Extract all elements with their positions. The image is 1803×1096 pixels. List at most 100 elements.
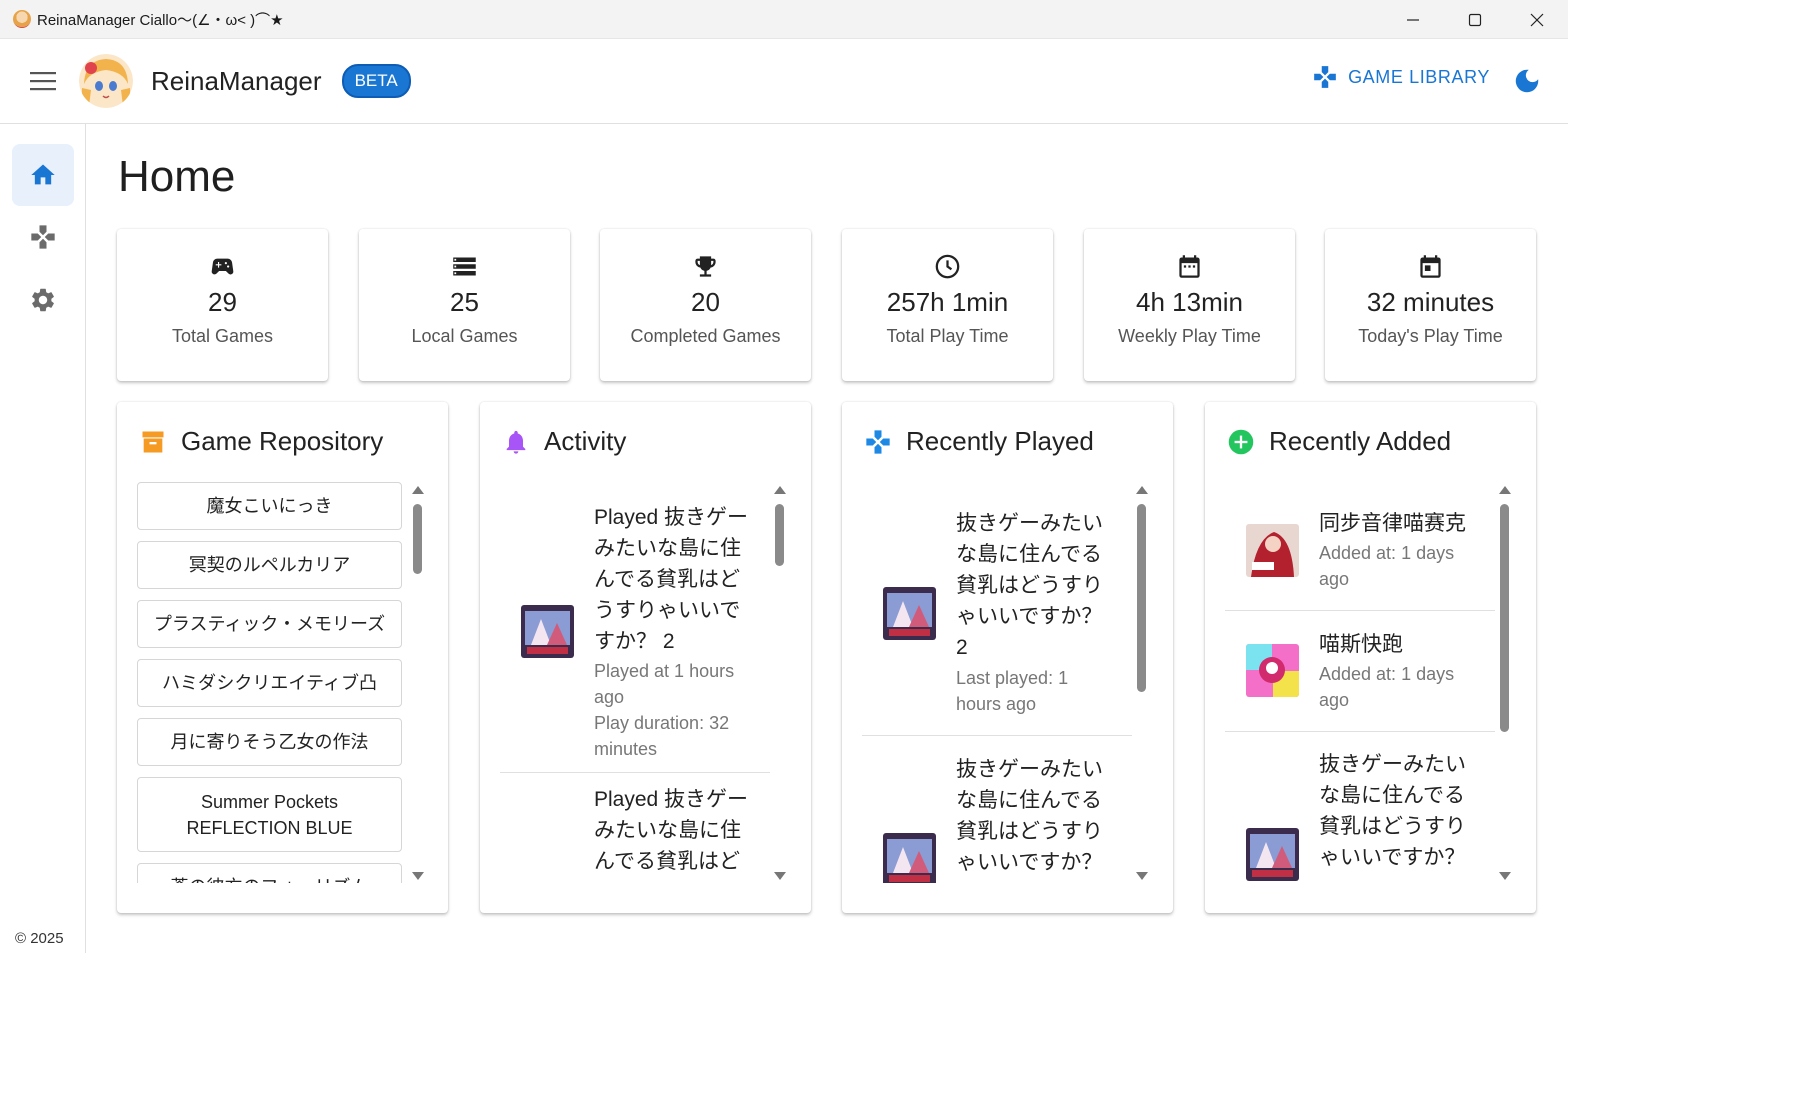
- game-cover-image: [883, 833, 936, 883]
- home-icon: [31, 164, 55, 185]
- game-title: 喵斯快跑: [1319, 633, 1403, 656]
- game-cover-image: [1246, 524, 1299, 577]
- beta-badge: BETA: [341, 64, 411, 98]
- window-title: ReinaManager Ciallo～(∠・ω< )⌒★: [37, 11, 284, 29]
- stat-label: Completed Games: [630, 326, 781, 346]
- stat-value: 29: [208, 287, 237, 317]
- card-title: Recently Added: [1269, 426, 1452, 456]
- scrollbar[interactable]: [1498, 486, 1512, 880]
- repository-item[interactable]: プラスティック・メモリーズ: [137, 600, 402, 648]
- scroll-down-arrow[interactable]: [412, 872, 424, 880]
- nav-home[interactable]: [12, 144, 74, 206]
- nav-settings[interactable]: [12, 269, 74, 331]
- app-bar: ReinaManager BETA GAME LIBRARY: [0, 39, 1568, 124]
- scroll-down-arrow[interactable]: [1136, 872, 1148, 880]
- game-library-button[interactable]: GAME LIBRARY: [1312, 64, 1490, 90]
- maximize-button[interactable]: [1444, 0, 1506, 39]
- scroll-up-arrow[interactable]: [774, 486, 786, 494]
- app-name: ReinaManager: [151, 65, 322, 96]
- repository-item[interactable]: 冥契のルペルカリア: [137, 541, 402, 589]
- app-logo: [79, 54, 133, 108]
- page-title: Home: [118, 152, 236, 201]
- game-cover-image: [1246, 828, 1299, 881]
- game-cover-image: [1246, 644, 1299, 697]
- scroll-up-arrow[interactable]: [412, 486, 424, 494]
- activity-title: Played 抜きゲーみたいな島に住んでる貧乳はど: [594, 788, 749, 873]
- stat-total-games: 29 Total Games: [117, 229, 328, 381]
- trophy-icon: [695, 256, 716, 277]
- game-title: 抜きゲーみたいな島に住んでる貧乳はどうすりゃいいですか？ 2: [956, 512, 1103, 659]
- recently-played-card: Recently Played 抜きゲーみたいな島に住んでる貧乳はどうすりゃいい…: [842, 402, 1173, 913]
- repository-item[interactable]: 蒼の彼方のフォーリズム: [137, 863, 402, 883]
- maximize-icon: [1468, 13, 1482, 26]
- scrollbar[interactable]: [1135, 486, 1149, 880]
- clock-icon: [935, 254, 960, 279]
- gamepad-cross-icon: [31, 225, 55, 249]
- game-library-label: GAME LIBRARY: [1348, 66, 1490, 87]
- recently-added-list[interactable]: 同步音律喵赛克 Added at: 1 days ago 喵斯快跑 Added …: [1205, 482, 1505, 883]
- stat-value: 257h 1min: [886, 287, 1009, 317]
- card-title: Activity: [544, 426, 627, 456]
- close-window-button[interactable]: [1506, 0, 1568, 39]
- game-repository-card: Game Repository 魔女こいにっき 冥契のルペルカリア プラスティッ…: [117, 402, 448, 913]
- scroll-up-arrow[interactable]: [1499, 486, 1511, 494]
- list-icon: [453, 257, 476, 276]
- theme-toggle-button[interactable]: [1512, 66, 1542, 96]
- repository-item[interactable]: ハミダシクリエイティブ凸: [137, 659, 402, 707]
- card-header: Game Repository: [139, 426, 383, 457]
- repository-item[interactable]: 魔女こいにっき: [137, 482, 402, 530]
- game-cover-image: [883, 587, 936, 640]
- gamepad-cross-icon: [866, 429, 890, 454]
- recently-played-list[interactable]: 抜きゲーみたいな島に住んでる貧乳はどうすりゃいいですか？ 2 Last play…: [842, 482, 1142, 883]
- scrollbar-thumb[interactable]: [1500, 504, 1509, 732]
- stat-value: 20: [691, 287, 720, 317]
- card-title: Game Repository: [181, 426, 384, 456]
- calendar-icon: [1179, 255, 1200, 278]
- activity-duration: Play duration: 32 minutes: [594, 713, 730, 759]
- scrollbar-thumb[interactable]: [775, 504, 784, 566]
- side-navigation: © 2025: [0, 124, 86, 953]
- game-cover-image: [521, 605, 574, 658]
- last-played: Last played: 1 hours ago: [956, 668, 1069, 714]
- menu-button[interactable]: [21, 59, 65, 103]
- bell-icon: [506, 430, 526, 454]
- scroll-down-arrow[interactable]: [1499, 872, 1511, 880]
- stat-value: 32 minutes: [1366, 287, 1495, 317]
- repository-list[interactable]: 魔女こいにっき 冥契のルペルカリア プラスティック・メモリーズ ハミダシクリエイ…: [117, 482, 417, 883]
- gear-icon: [32, 288, 54, 312]
- scrollbar[interactable]: [773, 486, 787, 880]
- stat-value: 4h 13min: [1136, 287, 1243, 317]
- scrollbar-thumb[interactable]: [413, 504, 422, 574]
- scroll-down-arrow[interactable]: [774, 872, 786, 880]
- card-header: Activity: [502, 426, 626, 457]
- activity-time: Played at 1 hours ago: [594, 661, 735, 707]
- scrollbar-thumb[interactable]: [1137, 504, 1146, 692]
- stat-label: Today's Play Time: [1358, 326, 1503, 346]
- repository-item[interactable]: 月に寄りそう乙女の作法: [137, 718, 402, 766]
- divider: [1225, 610, 1495, 611]
- card-header: Recently Played: [864, 426, 1094, 457]
- card-title: Recently Played: [906, 426, 1094, 456]
- copyright: © 2025: [15, 930, 64, 947]
- scrollbar[interactable]: [411, 486, 425, 880]
- stat-label: Total Games: [171, 326, 274, 346]
- game-title: 同步音律喵赛克: [1319, 512, 1466, 535]
- minimize-button[interactable]: [1382, 0, 1444, 39]
- repository-item[interactable]: Summer Pockets REFLECTION BLUE: [137, 777, 402, 852]
- stat-completed-games: 20 Completed Games: [600, 229, 811, 381]
- stat-label: Weekly Play Time: [1118, 326, 1261, 346]
- stat-today-play-time: 32 minutes Today's Play Time: [1325, 229, 1536, 381]
- archive-icon: [142, 431, 164, 452]
- scroll-up-arrow[interactable]: [1136, 486, 1148, 494]
- stat-value: 25: [450, 287, 479, 317]
- stat-label: Local Games: [411, 326, 518, 346]
- app-icon: [13, 10, 31, 28]
- activity-list[interactable]: Played 抜きゲーみたいな島に住んでる貧乳はどうすりゃいいですか？ 2 Pl…: [480, 482, 780, 883]
- divider: [862, 735, 1132, 736]
- added-at: Added at: 1 days ago: [1319, 664, 1455, 710]
- stat-weekly-play-time: 4h 13min Weekly Play Time: [1084, 229, 1295, 381]
- gamepad-icon: [211, 258, 234, 275]
- window-controls: [1382, 0, 1568, 39]
- stat-label: Total Play Time: [886, 326, 1009, 346]
- nav-library[interactable]: [12, 206, 74, 268]
